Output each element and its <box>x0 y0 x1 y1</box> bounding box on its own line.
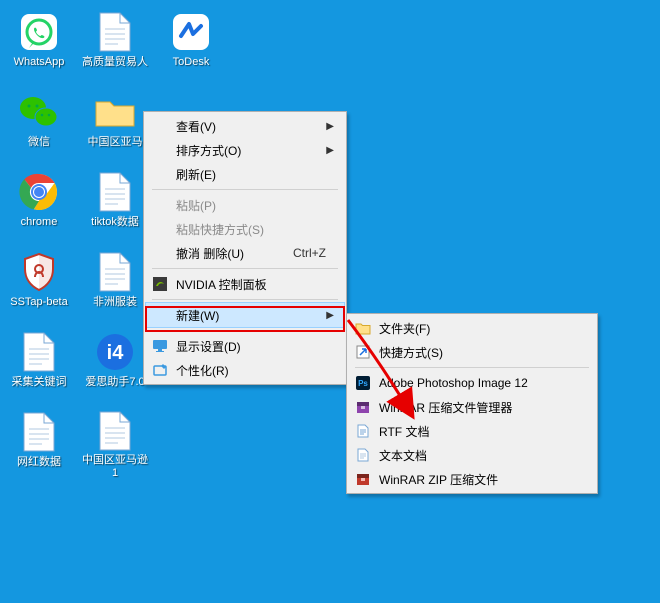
desktop-icon-label: 中国区亚马 <box>88 136 143 149</box>
textfile-icon <box>93 410 137 452</box>
folder-icon <box>355 320 371 336</box>
svg-text:Ps: Ps <box>358 379 368 388</box>
aisizhushou-icon: i4 <box>93 330 137 374</box>
menu-label: 快捷方式(S) <box>379 344 443 361</box>
desktop-icon-textfile[interactable]: 高质量贸易人 <box>80 8 150 80</box>
nvidia-icon <box>152 276 168 292</box>
desktop-icon-label: ToDesk <box>173 56 210 69</box>
menu-paste-shortcut: 粘贴快捷方式(S) <box>146 217 344 241</box>
submenu-arrow-icon: ▶ <box>326 121 334 132</box>
textfile-icon <box>93 170 137 214</box>
menu-label: NVIDIA 控制面板 <box>176 276 267 293</box>
menu-new[interactable]: 新建(W) ▶ <box>146 303 344 327</box>
textfile-icon <box>355 447 371 463</box>
desktop-icon-label: tiktok数据 <box>91 216 139 229</box>
desktop-icon-label: 非洲服装 <box>93 296 137 309</box>
new-submenu: 文件夹(F) 快捷方式(S) Ps Adobe Photoshop Image … <box>346 313 598 494</box>
menu-shortcut: Ctrl+Z <box>293 246 326 260</box>
desktop-icon-wechat[interactable]: 微信 <box>4 88 74 160</box>
svg-text:i4: i4 <box>107 342 125 364</box>
desktop-icon-whatsapp[interactable]: WhatsApp <box>4 8 74 80</box>
submenu-arrow-icon: ▶ <box>326 310 334 321</box>
winrar-zip-icon <box>355 471 371 487</box>
shield-icon <box>17 250 61 294</box>
desktop-icon-textfile[interactable]: 非洲服装 <box>80 248 150 320</box>
desktop-icon-label: 中国区亚马逊1 <box>80 454 150 480</box>
desktop-icon-textfile[interactable]: 采集关键词 <box>4 328 74 400</box>
desktop-row: 网红数据 中国区亚马逊1 <box>4 408 226 480</box>
menu-label: Adobe Photoshop Image 12 <box>379 376 528 390</box>
menu-personalize[interactable]: 个性化(R) <box>146 358 344 382</box>
winrar-icon <box>355 399 371 415</box>
whatsapp-icon <box>17 10 61 54</box>
menu-separator <box>355 367 589 368</box>
desktop-icon-label: WhatsApp <box>14 56 65 69</box>
desktop-icon-label: 微信 <box>28 136 50 149</box>
submenu-rar[interactable]: WinRAR 压缩文件管理器 <box>349 395 595 419</box>
shortcut-icon <box>355 344 371 360</box>
desktop-icon-textfile[interactable]: 网红数据 <box>4 408 74 480</box>
menu-view[interactable]: 查看(V) ▶ <box>146 114 344 138</box>
submenu-psd[interactable]: Ps Adobe Photoshop Image 12 <box>349 371 595 395</box>
wechat-icon <box>17 90 61 134</box>
photoshop-icon: Ps <box>355 375 371 391</box>
desktop-row: WhatsApp 高质量贸易人 ToDesk <box>4 8 226 80</box>
menu-separator <box>152 299 338 300</box>
desktop-icon-textfile[interactable]: tiktok数据 <box>80 168 150 240</box>
menu-label: RTF 文档 <box>379 423 429 440</box>
menu-label: 文件夹(F) <box>379 320 430 337</box>
folder-icon <box>93 90 137 134</box>
desktop-icon-textfile[interactable]: 中国区亚马逊1 <box>80 408 150 480</box>
textfile-icon <box>17 410 61 454</box>
todesk-icon <box>169 10 213 54</box>
menu-label: 排序方式(O) <box>176 142 241 159</box>
submenu-txt[interactable]: 文本文档 <box>349 443 595 467</box>
desktop-icon-sstap[interactable]: SSTap-beta <box>4 248 74 320</box>
menu-label: 文本文档 <box>379 447 427 464</box>
menu-undo-delete[interactable]: 撤消 删除(U) Ctrl+Z <box>146 241 344 265</box>
textfile-icon <box>17 330 61 374</box>
menu-refresh[interactable]: 刷新(E) <box>146 162 344 186</box>
menu-label: WinRAR ZIP 压缩文件 <box>379 471 498 488</box>
desktop-icon-todesk[interactable]: ToDesk <box>156 8 226 80</box>
menu-separator <box>152 268 338 269</box>
menu-label: 个性化(R) <box>176 362 229 379</box>
menu-label: 查看(V) <box>176 118 216 135</box>
submenu-shortcut[interactable]: 快捷方式(S) <box>349 340 595 364</box>
desktop-icon-label: 高质量贸易人 <box>82 56 148 69</box>
desktop-icon-aisizhushou[interactable]: i4 爱思助手7.0 <box>80 328 150 400</box>
submenu-folder[interactable]: 文件夹(F) <box>349 316 595 340</box>
menu-label: 粘贴(P) <box>176 197 216 214</box>
menu-label: WinRAR 压缩文件管理器 <box>379 399 512 416</box>
desktop-icon-label: SSTap-beta <box>10 296 67 309</box>
menu-label: 刷新(E) <box>176 166 216 183</box>
menu-separator <box>152 330 338 331</box>
personalize-icon <box>152 362 168 378</box>
menu-separator <box>152 189 338 190</box>
submenu-rtf[interactable]: RTF 文档 <box>349 419 595 443</box>
desktop-icon-label: 网红数据 <box>17 456 61 469</box>
rtf-icon <box>355 423 371 439</box>
display-settings-icon <box>152 338 168 354</box>
submenu-zip[interactable]: WinRAR ZIP 压缩文件 <box>349 467 595 491</box>
desktop-icon-label: chrome <box>21 216 58 229</box>
menu-label: 显示设置(D) <box>176 338 241 355</box>
desktop-icon-folder[interactable]: 中国区亚马 <box>80 88 150 160</box>
desktop-icon-label: 采集关键词 <box>12 376 67 389</box>
menu-sort[interactable]: 排序方式(O) ▶ <box>146 138 344 162</box>
desktop-icon-label: 爱思助手7.0 <box>85 376 144 389</box>
textfile-icon <box>93 10 137 54</box>
menu-nvidia[interactable]: NVIDIA 控制面板 <box>146 272 344 296</box>
menu-display-settings[interactable]: 显示设置(D) <box>146 334 344 358</box>
menu-paste: 粘贴(P) <box>146 193 344 217</box>
menu-label: 粘贴快捷方式(S) <box>176 221 264 238</box>
menu-label: 撤消 删除(U) <box>176 245 244 262</box>
desktop-context-menu: 查看(V) ▶ 排序方式(O) ▶ 刷新(E) 粘贴(P) 粘贴快捷方式(S) … <box>143 111 347 385</box>
desktop-icon-chrome[interactable]: chrome <box>4 168 74 240</box>
menu-label: 新建(W) <box>176 307 219 324</box>
textfile-icon <box>93 250 137 294</box>
submenu-arrow-icon: ▶ <box>326 145 334 156</box>
chrome-icon <box>17 170 61 214</box>
